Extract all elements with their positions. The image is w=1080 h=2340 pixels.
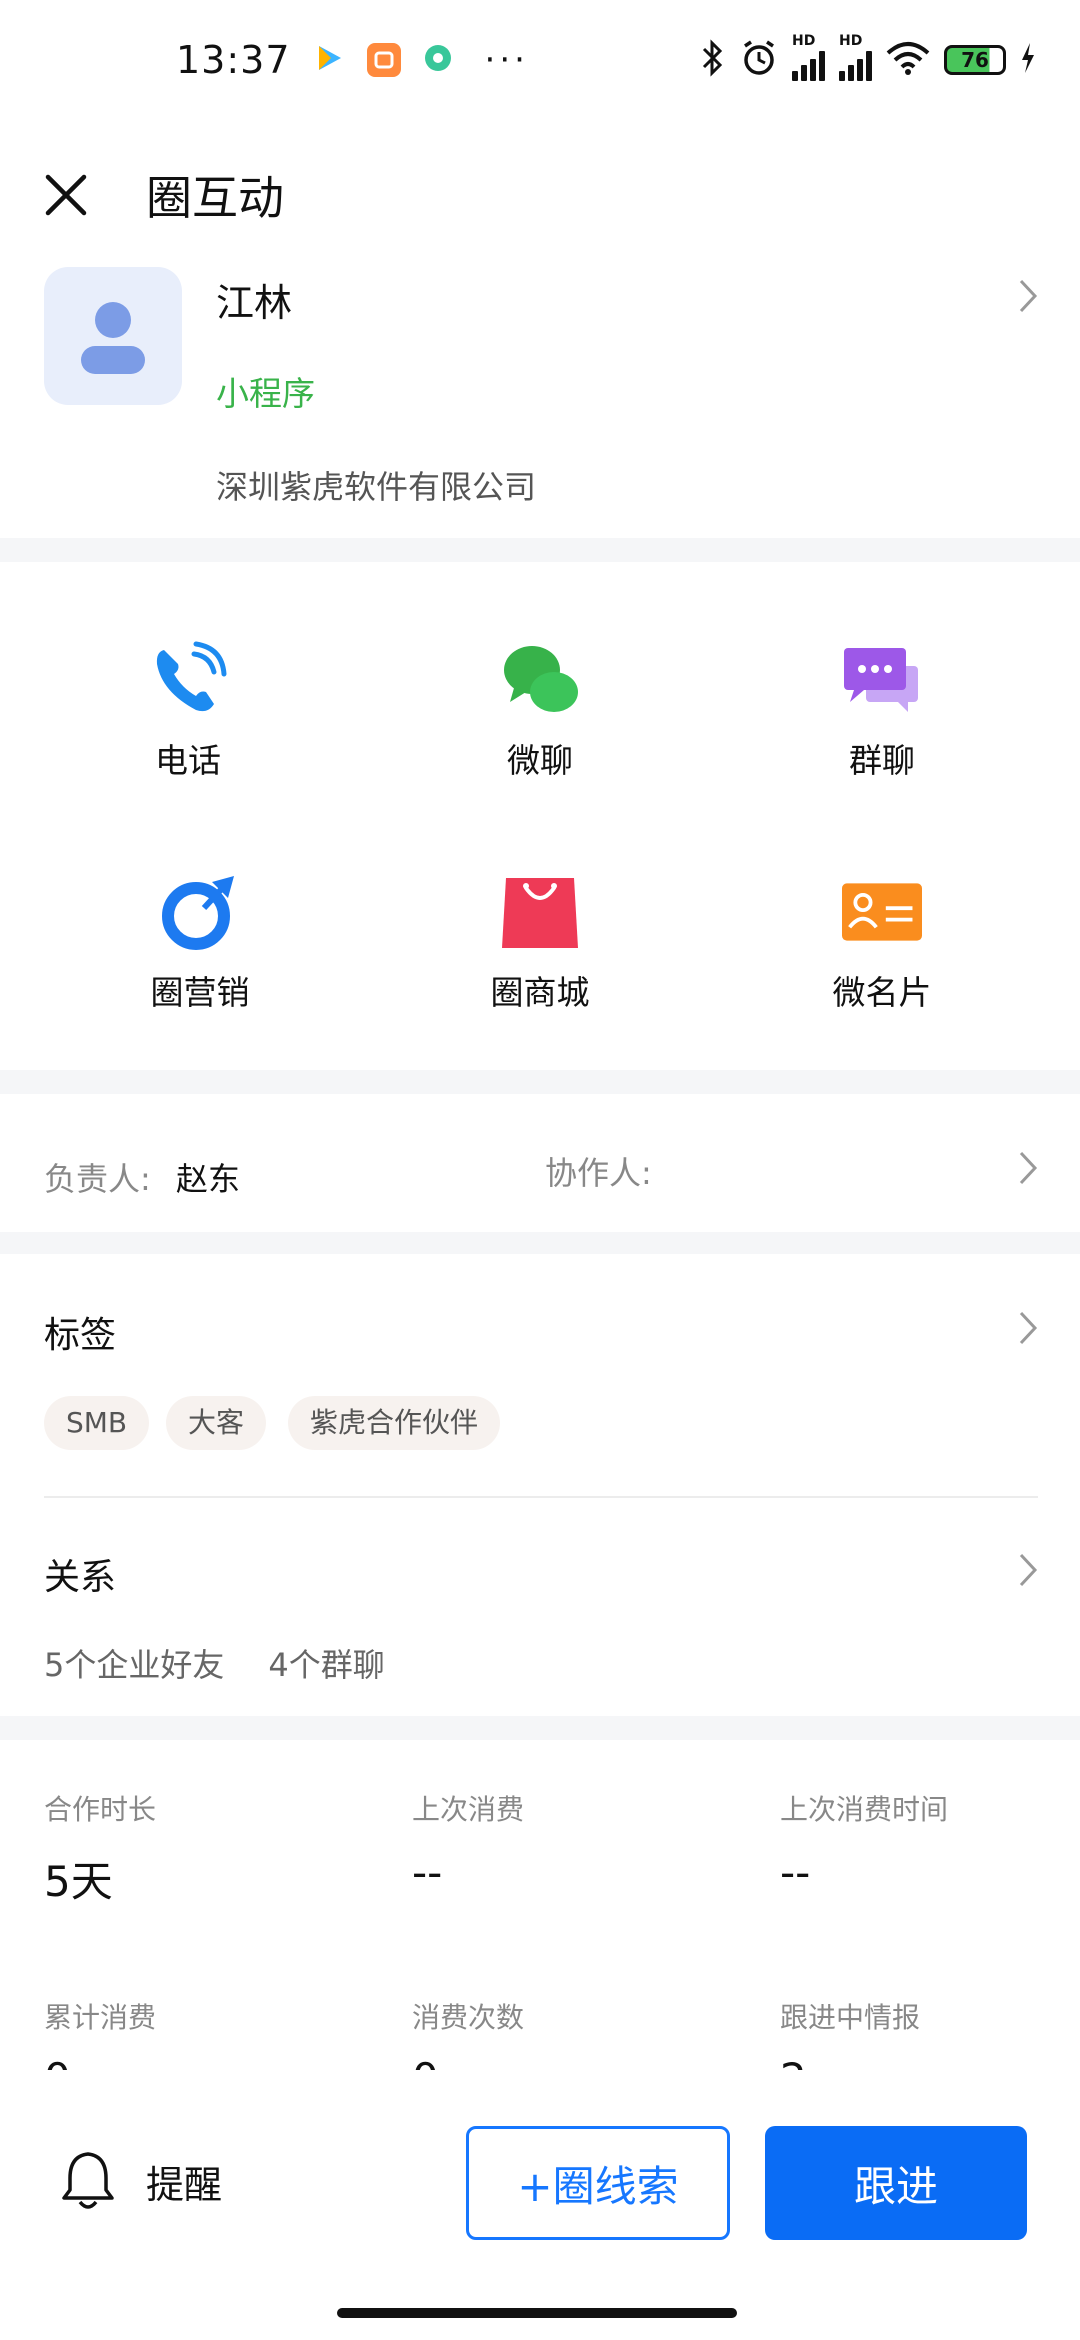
page-title: 圈互动 bbox=[146, 171, 284, 225]
tags-title: 标签 bbox=[44, 1315, 117, 1356]
owner-value: 赵东 bbox=[176, 1160, 241, 1198]
charging-icon bbox=[1020, 43, 1036, 77]
section-gap bbox=[0, 1716, 1080, 1740]
shopping-bag-icon bbox=[502, 878, 578, 948]
status-left: 13:37 ··· bbox=[176, 38, 529, 82]
status-right: HD HD 76 bbox=[700, 33, 1036, 81]
person-icon bbox=[81, 302, 145, 374]
action-phone[interactable]: 电话 bbox=[88, 640, 288, 782]
follow-up-button[interactable]: 跟进 bbox=[765, 2126, 1027, 2240]
stat-label: 消费次数 bbox=[412, 2001, 525, 2034]
bell-icon bbox=[62, 2152, 114, 2209]
relation-friends: 5个企业好友 bbox=[44, 1646, 225, 1684]
wechat-chat-icon bbox=[504, 646, 578, 712]
chevron-right-icon bbox=[1019, 279, 1038, 313]
collaborator-label: 协作人: bbox=[545, 1154, 652, 1192]
close-button[interactable] bbox=[36, 165, 96, 225]
browser-app-icon bbox=[423, 43, 453, 77]
relation-items: 5个企业好友 4个群聊 bbox=[44, 1640, 385, 1686]
phone-icon bbox=[156, 641, 227, 712]
stat-value: 0 bbox=[412, 2054, 439, 2070]
hd-label-2: HD bbox=[839, 33, 863, 49]
stat-label: 上次消费时间 bbox=[780, 1793, 949, 1826]
status-time: 13:37 bbox=[176, 38, 291, 82]
bottom-action-bar: 提醒 +圈线索 跟进 bbox=[0, 2070, 1080, 2340]
stat-value: 5天 bbox=[44, 1857, 113, 1906]
relation-groups: 4个群聊 bbox=[268, 1646, 385, 1684]
section-gap bbox=[0, 1232, 1080, 1254]
relation-section[interactable]: 关系 5个企业好友 4个群聊 bbox=[0, 1498, 1080, 1716]
profile-card[interactable]: 江林 小程序 深圳紫虎软件有限公司 bbox=[0, 262, 1080, 538]
add-clue-button[interactable]: +圈线索 bbox=[466, 2126, 730, 2240]
action-group-chat[interactable]: 群聊 bbox=[782, 640, 982, 782]
marketing-icon bbox=[162, 876, 234, 950]
chevron-right-icon bbox=[1019, 1151, 1038, 1185]
signal-icon-1: HD bbox=[792, 33, 825, 81]
stat-label: 跟进中情报 bbox=[780, 2001, 921, 2034]
stat-value: -- bbox=[780, 1848, 811, 1897]
stat-value: -- bbox=[412, 1848, 443, 1897]
stat-label: 合作时长 bbox=[44, 1793, 157, 1826]
profile-name: 江林 bbox=[216, 281, 293, 325]
quick-actions: 电话 微聊 群聊 圈营销 圈商城 微名片 bbox=[0, 562, 1080, 1070]
relation-title: 关系 bbox=[44, 1557, 117, 1598]
tag-item: 大客 bbox=[166, 1396, 267, 1450]
stat-label: 上次消费 bbox=[412, 1793, 525, 1826]
chevron-right-icon bbox=[1019, 1311, 1038, 1345]
action-label: 圈商城 bbox=[490, 973, 590, 1012]
owner-row[interactable]: 负责人: 赵东 协作人: bbox=[0, 1092, 1080, 1232]
stat-value: 0 bbox=[44, 2054, 71, 2070]
status-bar: 13:37 ··· HD HD 76 bbox=[0, 0, 1080, 120]
video-app-icon bbox=[313, 42, 345, 78]
bluetooth-icon bbox=[700, 39, 726, 81]
remind-label: 提醒 bbox=[146, 2162, 223, 2207]
stats-section: 合作时长 5天 上次消费 -- 上次消费时间 -- 累计消费 0 消费次数 0 … bbox=[0, 1740, 1080, 2070]
business-card-icon bbox=[842, 883, 922, 941]
wifi-icon bbox=[886, 41, 930, 79]
tag-item: SMB bbox=[44, 1396, 150, 1450]
action-label: 微聊 bbox=[507, 741, 573, 780]
hd-label-1: HD bbox=[792, 33, 816, 49]
action-shop[interactable]: 圈商城 bbox=[440, 872, 640, 1014]
section-gap bbox=[0, 1070, 1080, 1094]
action-wechat-chat[interactable]: 微聊 bbox=[440, 640, 640, 782]
profile-company: 深圳紫虎软件有限公司 bbox=[216, 468, 537, 506]
signal-icon-2: HD bbox=[839, 33, 872, 81]
action-marketing[interactable]: 圈营销 bbox=[100, 872, 300, 1014]
battery-level: 76 bbox=[961, 48, 989, 72]
stat-label: 累计消费 bbox=[44, 2001, 157, 2034]
home-indicator[interactable] bbox=[337, 2308, 737, 2318]
action-label: 微名片 bbox=[832, 973, 932, 1012]
tags-section[interactable]: 标签 SMB 大客 紫虎合作伙伴 bbox=[0, 1254, 1080, 1498]
remind-button[interactable]: 提醒 bbox=[60, 2150, 222, 2212]
chevron-right-icon bbox=[1019, 1553, 1038, 1587]
battery-indicator: 76 bbox=[944, 45, 1006, 75]
close-icon bbox=[45, 174, 87, 216]
action-label: 圈营销 bbox=[150, 973, 250, 1012]
action-business-card[interactable]: 微名片 bbox=[782, 872, 982, 1014]
header: 圈互动 bbox=[0, 120, 1080, 270]
shopping-app-icon bbox=[366, 43, 401, 77]
more-notifications: ··· bbox=[484, 40, 529, 80]
avatar bbox=[44, 267, 182, 405]
action-label: 电话 bbox=[155, 741, 221, 780]
alarm-icon bbox=[740, 39, 778, 81]
group-chat-icon bbox=[844, 648, 918, 712]
stat-value: 2 bbox=[780, 2054, 807, 2070]
owner-label: 负责人: bbox=[44, 1160, 151, 1198]
profile-source: 小程序 bbox=[216, 374, 315, 413]
action-label: 群聊 bbox=[849, 741, 915, 780]
tag-item: 紫虎合作伙伴 bbox=[288, 1396, 501, 1450]
section-gap bbox=[0, 538, 1080, 562]
